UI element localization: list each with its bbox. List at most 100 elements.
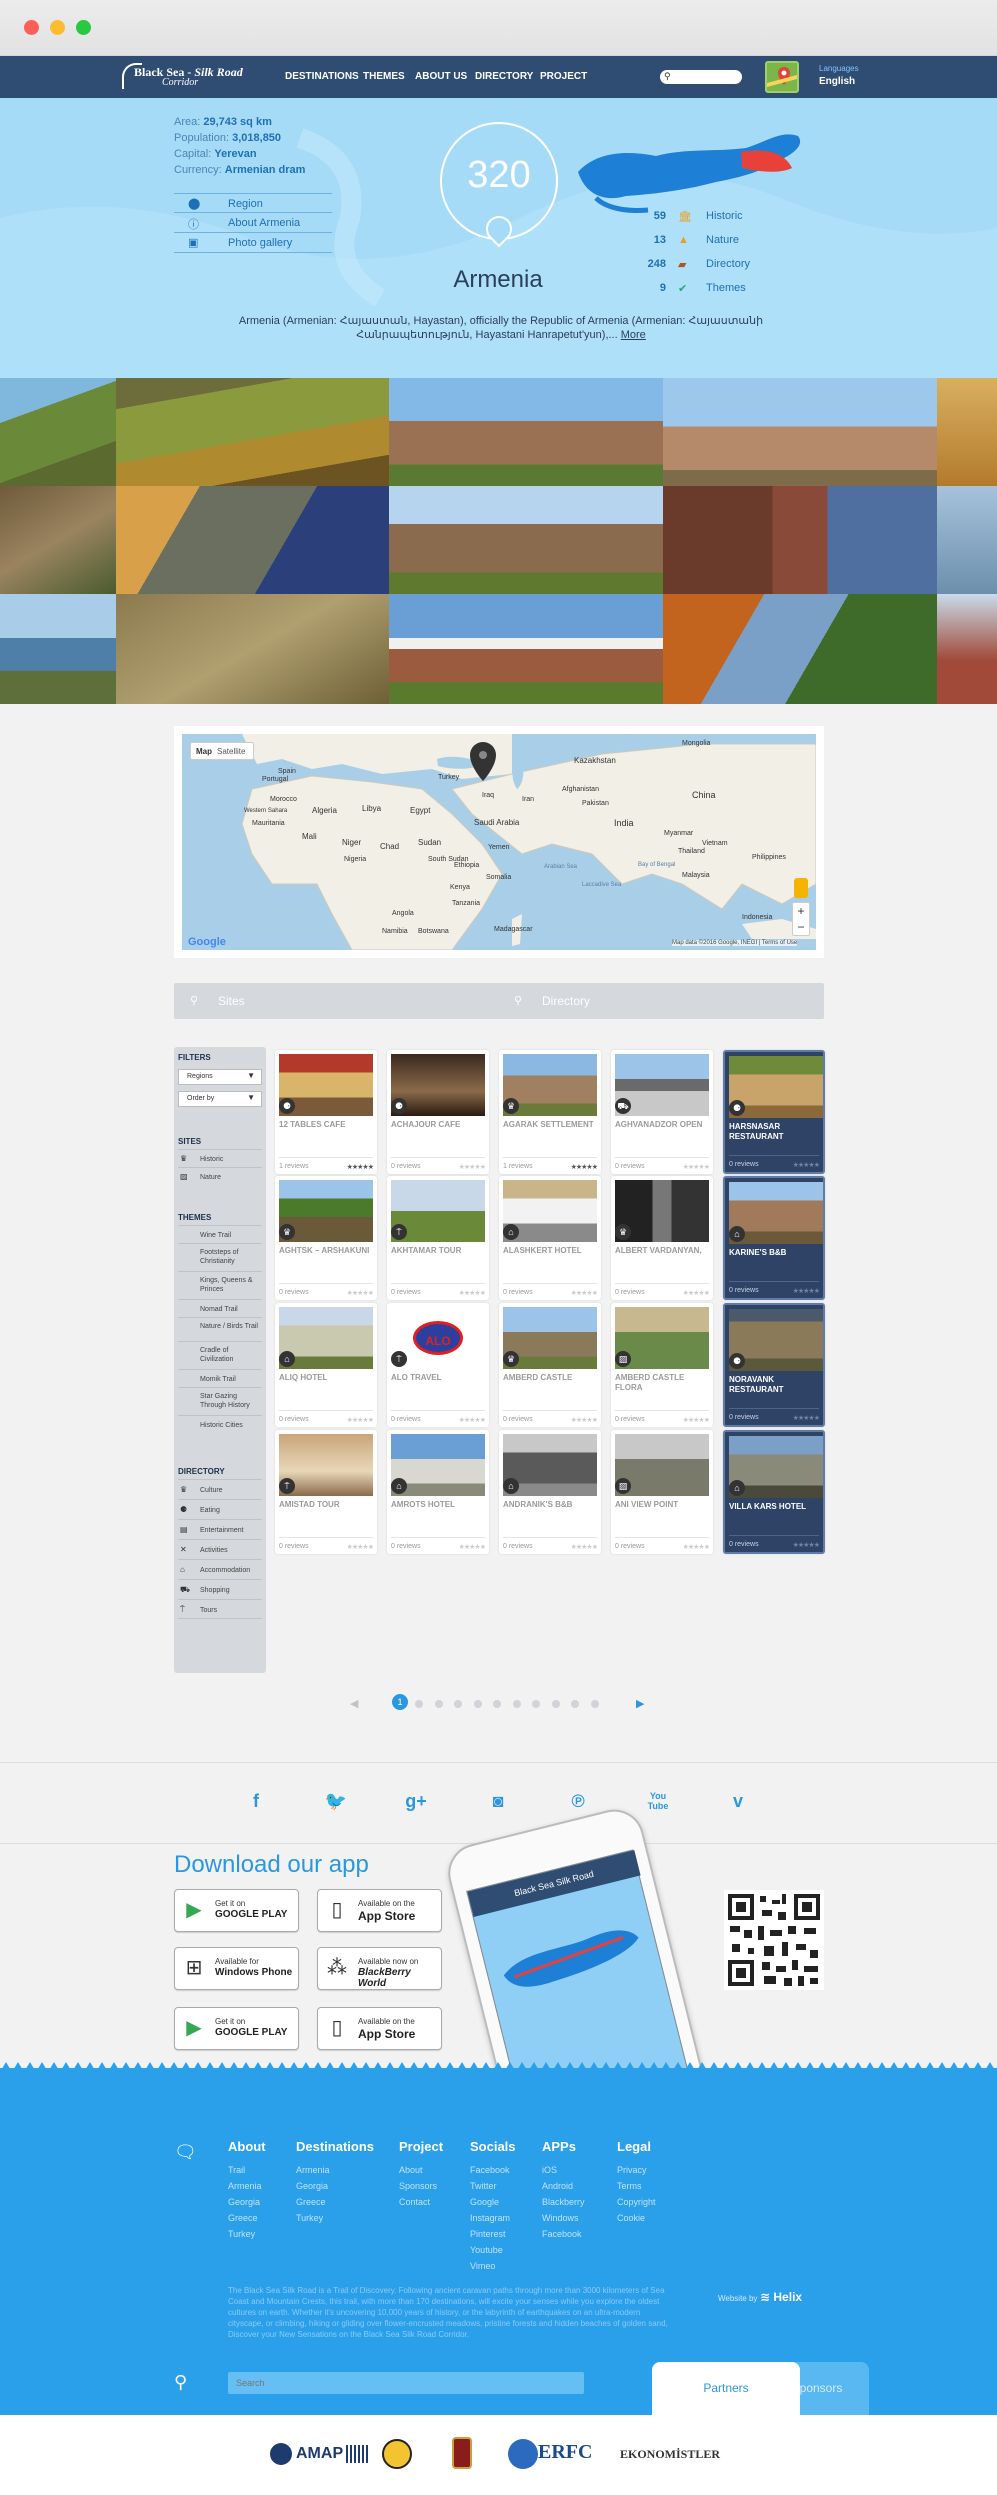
- listing-card[interactable]: ⌂ VILLA KARS HOTEL 0 reviews ★★★★★: [723, 1430, 825, 1554]
- footer-link[interactable]: iOS: [542, 2162, 585, 2178]
- listing-title[interactable]: ALASHKERT HOTEL: [503, 1246, 597, 1256]
- gallery-photo[interactable]: [116, 378, 389, 486]
- tab-partners[interactable]: Partners: [652, 2362, 800, 2415]
- rating-stars[interactable]: ★★★★★: [347, 1416, 374, 1424]
- listing-card[interactable]: ⌂ ALASHKERT HOTEL 0 reviews ★★★★★: [499, 1176, 601, 1300]
- footer-link[interactable]: Contact: [399, 2194, 437, 2210]
- rating-stars[interactable]: ★★★★★: [459, 1416, 486, 1424]
- street-view-icon[interactable]: [794, 878, 808, 898]
- listing-title[interactable]: AMBERD CASTLE: [503, 1373, 597, 1383]
- directory-tours[interactable]: ⍑ Tours: [178, 1599, 262, 1619]
- map-attribution[interactable]: Map data ©2016 Google, INEGI | Terms of …: [672, 940, 798, 946]
- directory-search[interactable]: Directory: [542, 994, 590, 1008]
- footer-link[interactable]: Android: [542, 2178, 585, 2194]
- listing-card[interactable]: ⍑ AKHTAMAR TOUR 0 reviews ★★★★★: [387, 1176, 489, 1300]
- filter-nature[interactable]: ▨ Nature: [178, 1167, 262, 1185]
- page-dot[interactable]: [454, 1700, 462, 1708]
- nav-directory[interactable]: DIRECTORY: [475, 71, 533, 82]
- page-dot[interactable]: [551, 1700, 560, 1708]
- nav-destinations[interactable]: DESTINATIONS: [285, 71, 359, 82]
- listing-card[interactable]: ⚈ ACHAJOUR CAFE 0 reviews ★★★★★: [387, 1050, 489, 1174]
- listing-card[interactable]: ▨ ANI VIEW POINT 0 reviews ★★★★★: [611, 1430, 713, 1554]
- footer-search-input[interactable]: [228, 2372, 584, 2394]
- windows-phone-button[interactable]: ⊞ Available for Windows Phone: [174, 1947, 299, 1990]
- footer-link[interactable]: Turkey: [296, 2210, 330, 2226]
- rating-stars[interactable]: ★★★★★: [683, 1289, 710, 1297]
- site-logo[interactable]: Black Sea - Silk Road Corridor: [122, 63, 272, 91]
- footer-link[interactable]: Facebook: [542, 2226, 585, 2242]
- footer-link[interactable]: Armenia: [228, 2178, 262, 2194]
- listing-card[interactable]: ⚈ HARSNASAR RESTAURANT 0 reviews ★★★★★: [723, 1050, 825, 1174]
- listing-title[interactable]: ALO TRAVEL: [391, 1373, 485, 1383]
- listing-card[interactable]: ⌂ ANDRANIK'S B&B 0 reviews ★★★★★: [499, 1430, 601, 1554]
- directory-shopping[interactable]: ⛟ Shopping: [178, 1579, 262, 1599]
- listing-card[interactable]: ⌂ ALIQ HOTEL 0 reviews ★★★★★: [275, 1303, 377, 1427]
- listing-title[interactable]: VILLA KARS HOTEL: [729, 1502, 823, 1512]
- listing-title[interactable]: AKHTAMAR TOUR: [391, 1246, 485, 1256]
- listing-title[interactable]: AMBERD CASTLE FLORA: [615, 1373, 709, 1393]
- listing-card[interactable]: ⛟ AGHVANADZOR OPEN 0 reviews ★★★★★: [611, 1050, 713, 1174]
- filter-historic[interactable]: ♛ Historic: [178, 1149, 262, 1167]
- page-dot[interactable]: [590, 1700, 599, 1708]
- footer-link[interactable]: Trail: [228, 2162, 262, 2178]
- gallery-photo[interactable]: [663, 594, 937, 704]
- rating-stars[interactable]: ★★★★★: [793, 1541, 820, 1549]
- page-dot[interactable]: [512, 1700, 521, 1708]
- directory-culture[interactable]: ♛ Culture: [178, 1479, 262, 1499]
- twitter-icon[interactable]: 🐦: [324, 1791, 348, 1812]
- listing-card[interactable]: ♛ ALBERT VARDANYAN, 0 reviews ★★★★★: [611, 1176, 713, 1300]
- listing-card[interactable]: ♛ AMBERD CASTLE 0 reviews ★★★★★: [499, 1303, 601, 1427]
- listing-title[interactable]: ANI VIEW POINT: [615, 1500, 709, 1510]
- stat-directory[interactable]: 248 ▰ Directory: [626, 258, 786, 276]
- order-by-select[interactable]: Order by ▼: [178, 1091, 262, 1107]
- rating-stars[interactable]: ★★★★★: [459, 1289, 486, 1297]
- page-dot[interactable]: [532, 1700, 540, 1708]
- directory-activities[interactable]: ✕ Activities: [178, 1539, 262, 1559]
- directory-entertainment[interactable]: ▤ Entertainment: [178, 1519, 262, 1539]
- footer-link[interactable]: Cookie: [617, 2210, 656, 2226]
- directory-accommodation[interactable]: ⌂ Accommodation: [178, 1559, 262, 1579]
- page-dot[interactable]: [493, 1700, 501, 1708]
- nav-project[interactable]: PROJECT: [540, 71, 587, 82]
- gallery-photo[interactable]: [937, 594, 997, 704]
- world-map[interactable]: Map Satellite Portugal Spain Morocco Alg…: [182, 734, 816, 950]
- listing-title[interactable]: AGARAK SETTLEMENT: [503, 1120, 597, 1130]
- helix-logo[interactable]: ≋ Helix: [760, 2290, 802, 2304]
- listing-title[interactable]: NORAVANK RESTAURANT: [729, 1375, 823, 1395]
- stat-themes[interactable]: 9 ✔ Themes: [626, 282, 786, 300]
- regions-select[interactable]: Regions ▼: [178, 1069, 262, 1085]
- gallery-photo[interactable]: [663, 378, 937, 486]
- listing-title[interactable]: HARSNASAR RESTAURANT: [729, 1122, 823, 1142]
- theme-kings-queens[interactable]: Kings, Queens & Princes: [178, 1271, 262, 1299]
- minimize-window-button[interactable]: [50, 20, 65, 35]
- rating-stars[interactable]: ★★★★★: [571, 1163, 598, 1171]
- google-maps-icon[interactable]: [765, 61, 799, 93]
- rating-stars[interactable]: ★★★★★: [347, 1163, 374, 1171]
- footer-link[interactable]: Armenia: [296, 2162, 330, 2178]
- gallery-photo[interactable]: [0, 378, 116, 486]
- gallery-photo[interactable]: [0, 486, 116, 594]
- footer-link[interactable]: Turkey: [228, 2226, 262, 2242]
- more-link[interactable]: More: [621, 329, 646, 341]
- listing-card[interactable]: ▨ AMBERD CASTLE FLORA 0 reviews ★★★★★: [611, 1303, 713, 1427]
- listing-card[interactable]: ⍑ AMISTAD TOUR 0 reviews ★★★★★: [275, 1430, 377, 1554]
- listing-title[interactable]: AMROTS HOTEL: [391, 1500, 485, 1510]
- rating-stars[interactable]: ★★★★★: [683, 1163, 710, 1171]
- listing-card[interactable]: ⌂ KARINE'S B&B 0 reviews ★★★★★: [723, 1176, 825, 1300]
- listing-card[interactable]: ALO ⍑ ALO TRAVEL 0 reviews ★★★★★: [387, 1303, 489, 1427]
- page-dot[interactable]: [473, 1700, 482, 1708]
- theme-footsteps[interactable]: Footsteps of Christianity: [178, 1243, 262, 1271]
- footer-link[interactable]: Twitter: [470, 2178, 510, 2194]
- gallery-photo[interactable]: [937, 486, 997, 594]
- footer-link[interactable]: Facebook: [470, 2162, 510, 2178]
- listing-title[interactable]: ACHAJOUR CAFE: [391, 1120, 485, 1130]
- listing-card[interactable]: ♛ AGHTSK – ARSHAKUNI 0 reviews ★★★★★: [275, 1176, 377, 1300]
- blackberry-button[interactable]: ⁂ Available now on BlackBerry World: [317, 1947, 442, 1990]
- rating-stars[interactable]: ★★★★★: [683, 1543, 710, 1551]
- about-country-link[interactable]: ⓘ About Armenia: [174, 213, 332, 233]
- theme-star-gazing[interactable]: Star Gazing Through History: [178, 1387, 262, 1415]
- rating-stars[interactable]: ★★★★★: [793, 1161, 820, 1169]
- listing-title[interactable]: AGHTSK – ARSHAKUNI: [279, 1246, 373, 1256]
- theme-nomad-trail[interactable]: Nomad Trail: [178, 1299, 262, 1317]
- theme-historic-cities[interactable]: Historic Cities: [178, 1415, 262, 1433]
